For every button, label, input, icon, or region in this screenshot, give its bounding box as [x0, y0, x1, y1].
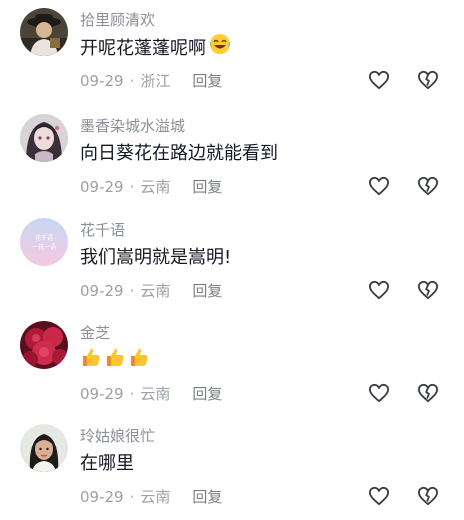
comment-item: 金芝 09-29 · 云南 回复 [0, 313, 464, 417]
user-avatar[interactable] [20, 321, 68, 369]
like-button[interactable] [368, 176, 390, 196]
dislike-button[interactable] [417, 70, 439, 90]
user-avatar[interactable] [20, 424, 68, 472]
person-with-hat-avatar-image [20, 8, 68, 56]
comment-item: 玲姑娘很忙 在哪里 09-29 · 云南 回复 [0, 416, 464, 520]
comment-meta: 09-29 · 云南 回复 [80, 280, 222, 301]
user-avatar[interactable] [20, 114, 68, 162]
comment-text-body: 开呢花蓬蓬呢啊 [80, 37, 206, 59]
heart-icon [368, 280, 389, 300]
comment-location: 云南 [140, 488, 171, 506]
comment-username[interactable]: 玲姑娘很忙 [80, 425, 155, 446]
heart-icon [368, 70, 389, 90]
comment-text: 在哪里 [80, 449, 134, 475]
comment-text: 我们嵩明就是嵩明! [80, 243, 231, 269]
laughing-crying-emoji-icon [209, 33, 231, 60]
thumbs-up-icon [80, 346, 102, 373]
comment-text-body: 我们嵩明就是嵩明! [80, 247, 232, 268]
like-button[interactable] [368, 280, 390, 300]
comment-location: 云南 [140, 385, 171, 403]
comment-date: 09-29 [80, 177, 124, 196]
reply-button[interactable]: 回复 [192, 176, 222, 197]
comment-item: 花千语 一花一语 花千语 我们嵩明就是嵩明! 09-29 · 云南 回复 [0, 210, 464, 314]
meta-separator: · [129, 177, 135, 196]
heart-icon [368, 176, 389, 196]
woman-portrait-avatar-image [20, 424, 68, 472]
comment-text: 开呢花蓬蓬呢啊 [80, 33, 231, 60]
comment-text-body: 向日葵花在路边就能看到 [80, 143, 278, 164]
comment-username[interactable]: 金芝 [80, 322, 110, 343]
comment-date: 09-29 [80, 281, 124, 300]
avatar-caption-2: 一花一语 [32, 243, 56, 251]
comment-username[interactable]: 墨香染城水溢城 [80, 115, 185, 136]
comment-location: 云南 [140, 282, 171, 300]
broken-heart-icon [417, 486, 438, 506]
comment-date: 09-29 [80, 487, 124, 506]
comment-text: 向日葵花在路边就能看到 [80, 139, 278, 165]
avatar-caption-1: 花千语 [35, 234, 53, 242]
meta-separator: · [129, 487, 135, 506]
reply-button[interactable]: 回复 [192, 383, 222, 404]
broken-heart-icon [417, 70, 438, 90]
meta-separator: · [129, 281, 135, 300]
user-avatar[interactable]: 花千语 一花一语 [20, 218, 68, 266]
reply-button[interactable]: 回复 [192, 280, 222, 301]
comment-text-body: 在哪里 [80, 453, 134, 474]
thumbs-up-icon [128, 346, 150, 373]
comment-meta: 09-29 · 浙江 回复 [80, 70, 222, 91]
comment-username[interactable]: 花千语 [80, 219, 125, 240]
meta-separator: · [129, 384, 135, 403]
comment-date: 09-29 [80, 71, 124, 90]
heart-icon [368, 486, 389, 506]
reply-button[interactable]: 回复 [192, 486, 222, 507]
red-rose-avatar-image [20, 321, 68, 369]
comment-date: 09-29 [80, 384, 124, 403]
comment-meta: 09-29 · 云南 回复 [80, 176, 222, 197]
thumbs-up-icon [104, 346, 126, 373]
comment-location: 云南 [140, 178, 171, 196]
comment-item: 墨香染城水溢城 向日葵花在路边就能看到 09-29 · 云南 回复 [0, 106, 464, 210]
anime-girl-avatar-image [20, 114, 68, 162]
heart-icon [368, 383, 389, 403]
reply-button[interactable]: 回复 [192, 70, 222, 91]
broken-heart-icon [417, 176, 438, 196]
pastel-sky-avatar-image: 花千语 一花一语 [20, 218, 68, 266]
comment-meta: 09-29 · 云南 回复 [80, 486, 222, 507]
comment-location: 浙江 [140, 72, 171, 90]
dislike-button[interactable] [417, 280, 439, 300]
like-button[interactable] [368, 70, 390, 90]
user-avatar[interactable] [20, 8, 68, 56]
dislike-button[interactable] [417, 176, 439, 196]
broken-heart-icon [417, 280, 438, 300]
comment-text [80, 346, 152, 373]
dislike-button[interactable] [417, 383, 439, 403]
comment-meta: 09-29 · 云南 回复 [80, 383, 222, 404]
dislike-button[interactable] [417, 486, 439, 506]
like-button[interactable] [368, 383, 390, 403]
broken-heart-icon [417, 383, 438, 403]
meta-separator: · [129, 71, 135, 90]
comment-item: 拾里顾清欢 开呢花蓬蓬呢啊 09-29 · 浙江 回复 [0, 0, 464, 104]
comment-username[interactable]: 拾里顾清欢 [80, 9, 155, 30]
like-button[interactable] [368, 486, 390, 506]
